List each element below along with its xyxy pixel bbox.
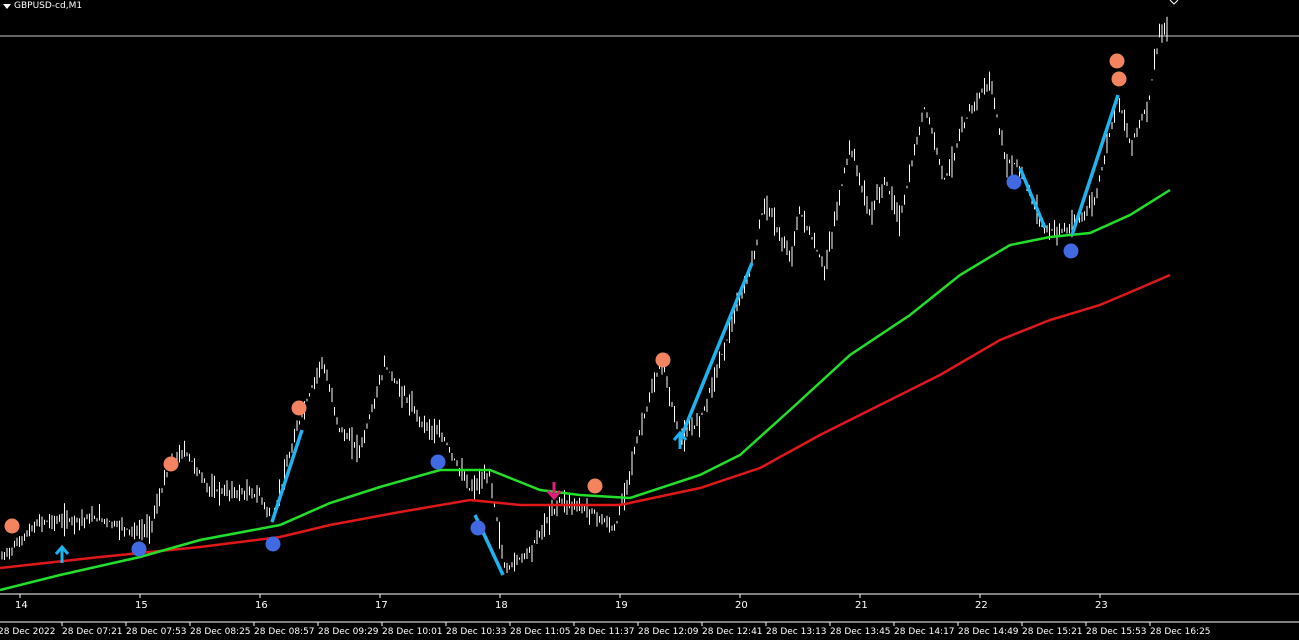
trend-lines xyxy=(270,94,1120,576)
x-tick-label: 14 xyxy=(15,600,28,611)
x-tick-label: 23 xyxy=(1095,600,1108,611)
trend-line xyxy=(270,429,304,523)
time-tick-label: 28 Dec 10:33 xyxy=(446,627,507,637)
time-tick-label: 28 Dec 12:09 xyxy=(638,627,699,637)
time-tick-label: 28 Dec 16:25 xyxy=(1150,627,1211,637)
time-tick-label: 28 Dec 08:57 xyxy=(254,627,315,637)
time-axis-labels: 28 Dec 2022 28 Dec 07:21 28 Dec 07:53 28 De… xyxy=(0,622,1211,637)
time-tick-label: 28 Dec 2022 xyxy=(0,627,56,637)
x-tick-label: 16 xyxy=(255,600,268,611)
x-tick-label: 18 xyxy=(495,600,508,611)
time-tick-label: 28 Dec 14:49 xyxy=(958,627,1019,637)
trend-line xyxy=(1070,94,1120,236)
x-tick-label: 17 xyxy=(375,600,388,611)
moving-average-slow xyxy=(0,273,1171,570)
signal-dot-low xyxy=(265,536,281,552)
time-tick-label: 28 Dec 11:37 xyxy=(574,627,635,637)
time-tick-label: 28 Dec 09:29 xyxy=(318,627,379,637)
signal-dot-high xyxy=(1109,53,1125,69)
time-tick-label: 28 Dec 11:05 xyxy=(510,627,571,637)
signal-dot-low xyxy=(430,454,446,470)
signal-dot-high xyxy=(1111,71,1127,87)
chart-shift-marker xyxy=(1169,0,1179,5)
time-tick-label: 28 Dec 07:21 xyxy=(62,627,123,637)
signal-dot-high xyxy=(163,456,179,472)
signal-markers xyxy=(4,53,1127,563)
x-tick-label: 15 xyxy=(135,600,148,611)
x-tick-label: 22 xyxy=(975,600,988,611)
candle-bars xyxy=(1,16,1168,573)
time-tick-label: 28 Dec 15:21 xyxy=(1022,627,1083,637)
signal-dot-high xyxy=(4,518,20,534)
time-tick-label: 28 Dec 14:17 xyxy=(894,627,955,637)
time-tick-label: 28 Dec 12:41 xyxy=(702,627,763,637)
time-tick-label: 28 Dec 10:01 xyxy=(382,627,443,637)
signal-dot-high xyxy=(291,400,307,416)
signal-dot-low xyxy=(1006,174,1022,190)
x-tick-label: 20 xyxy=(735,600,748,611)
signal-dot-low xyxy=(470,520,486,536)
time-tick-label: 28 Dec 08:25 xyxy=(190,627,251,637)
trend-line xyxy=(678,262,754,441)
signal-dot-high xyxy=(655,352,671,368)
x-tick-label: 19 xyxy=(615,600,628,611)
x-tick-label: 21 xyxy=(855,600,868,611)
price-chart[interactable]: 14 15 16 17 18 19 20 21 22 23 28 Dec 2022 28 Dec 0… xyxy=(0,0,1299,640)
x-axis-ticks: 14 15 16 17 18 19 20 21 22 23 xyxy=(15,594,1108,611)
time-tick-label: 28 Dec 15:53 xyxy=(1086,627,1147,637)
trend-line xyxy=(1018,167,1047,229)
moving-average-fast xyxy=(0,188,1171,592)
time-tick-label: 28 Dec 13:13 xyxy=(766,627,827,637)
signal-dot-high xyxy=(587,478,603,494)
time-tick-label: 28 Dec 07:53 xyxy=(126,627,187,637)
time-tick-label: 28 Dec 13:45 xyxy=(830,627,891,637)
signal-dot-low xyxy=(1063,243,1079,259)
signal-dot-low xyxy=(131,541,147,557)
